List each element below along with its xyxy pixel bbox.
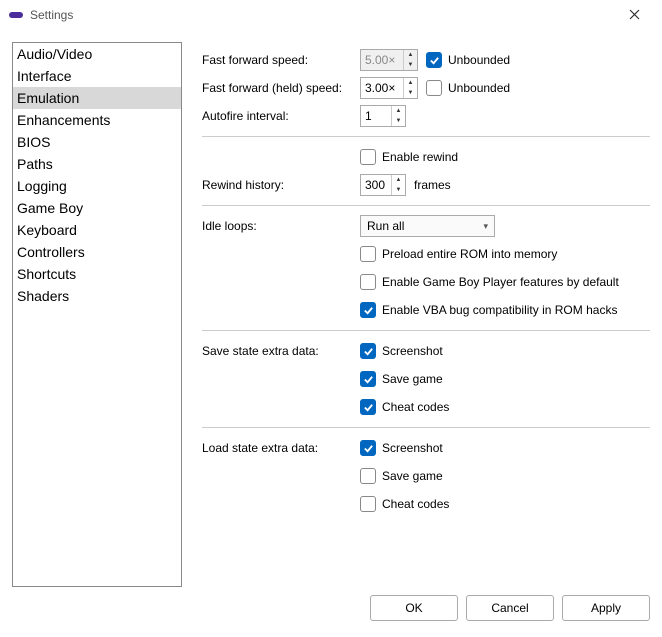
ff-held-spinbox[interactable]: ▲▼ [360, 77, 418, 99]
spin-up-icon: ▲ [404, 50, 417, 60]
vba-compat-checkbox[interactable]: Enable VBA bug compatibility in ROM hack… [360, 302, 617, 318]
separator [202, 205, 650, 206]
sidebar-item-controllers[interactable]: Controllers [13, 241, 181, 263]
spin-down-icon[interactable]: ▼ [392, 116, 405, 126]
sidebar-item-enhancements[interactable]: Enhancements [13, 109, 181, 131]
spin-up-icon[interactable]: ▲ [392, 175, 405, 185]
chevron-down-icon: ▾ [483, 221, 488, 232]
sidebar-item-shaders[interactable]: Shaders [13, 285, 181, 307]
sidebar-item-keyboard[interactable]: Keyboard [13, 219, 181, 241]
gbp-features-checkbox[interactable]: Enable Game Boy Player features by defau… [360, 274, 619, 290]
checkbox-label: Save game [382, 372, 443, 386]
ff-speed-label: Fast forward speed: [202, 53, 360, 67]
spin-down-icon[interactable]: ▼ [404, 88, 417, 98]
checkbox-label: Enable rewind [382, 150, 458, 164]
enable-rewind-checkbox[interactable]: Enable rewind [360, 149, 458, 165]
window-title: Settings [30, 8, 73, 22]
spin-up-icon[interactable]: ▲ [392, 106, 405, 116]
ff-speed-unbounded-checkbox[interactable]: Unbounded [426, 52, 510, 68]
checkbox-label: Cheat codes [382, 400, 449, 414]
load-extra-screenshot-checkbox[interactable]: Screenshot [360, 440, 443, 456]
preload-rom-checkbox[interactable]: Preload entire ROM into memory [360, 246, 557, 262]
titlebar: Settings [0, 0, 662, 30]
ok-button[interactable]: OK [370, 595, 458, 621]
checkbox-label: Enable Game Boy Player features by defau… [382, 275, 619, 289]
checkbox-label: Screenshot [382, 441, 443, 455]
sidebar-item-logging[interactable]: Logging [13, 175, 181, 197]
ff-held-input[interactable] [361, 78, 403, 98]
save-extra-cheat-checkbox[interactable]: Cheat codes [360, 399, 449, 415]
idle-loops-label: Idle loops: [202, 219, 360, 233]
spin-down-icon[interactable]: ▼ [392, 185, 405, 195]
ff-speed-spinbox: ▲▼ [360, 49, 418, 71]
checkbox-label: Enable VBA bug compatibility in ROM hack… [382, 303, 617, 317]
load-extra-savegame-checkbox[interactable]: Save game [360, 468, 443, 484]
spin-down-icon: ▼ [404, 60, 417, 70]
ff-held-unbounded-checkbox[interactable]: Unbounded [426, 80, 510, 96]
separator [202, 330, 650, 331]
checkbox-label: Save game [382, 469, 443, 483]
rewind-history-spinbox[interactable]: ▲▼ [360, 174, 406, 196]
rewind-history-label: Rewind history: [202, 178, 360, 192]
save-extra-screenshot-checkbox[interactable]: Screenshot [360, 343, 443, 359]
load-extra-label: Load state extra data: [202, 441, 360, 455]
idle-loops-select[interactable]: Run all ▾ [360, 215, 495, 237]
save-extra-savegame-checkbox[interactable]: Save game [360, 371, 443, 387]
sidebar: Audio/Video Interface Emulation Enhancem… [12, 42, 182, 587]
sidebar-item-interface[interactable]: Interface [13, 65, 181, 87]
app-icon [8, 7, 24, 23]
save-extra-label: Save state extra data: [202, 344, 360, 358]
sidebar-item-paths[interactable]: Paths [13, 153, 181, 175]
sidebar-item-audio-video[interactable]: Audio/Video [13, 43, 181, 65]
autofire-spinbox[interactable]: ▲▼ [360, 105, 406, 127]
cancel-button[interactable]: Cancel [466, 595, 554, 621]
checkbox-label: Preload entire ROM into memory [382, 247, 557, 261]
autofire-label: Autofire interval: [202, 109, 360, 123]
ff-held-label: Fast forward (held) speed: [202, 81, 360, 95]
rewind-history-input[interactable] [361, 175, 391, 195]
checkbox-label: Unbounded [448, 81, 510, 95]
checkbox-label: Unbounded [448, 53, 510, 67]
separator [202, 136, 650, 137]
select-value: Run all [367, 219, 404, 233]
load-extra-cheat-checkbox[interactable]: Cheat codes [360, 496, 449, 512]
separator [202, 427, 650, 428]
checkbox-label: Cheat codes [382, 497, 449, 511]
sidebar-item-emulation[interactable]: Emulation [13, 87, 181, 109]
sidebar-item-bios[interactable]: BIOS [13, 131, 181, 153]
rewind-history-unit: frames [414, 178, 451, 192]
checkbox-label: Screenshot [382, 344, 443, 358]
settings-panel: Fast forward speed: ▲▼ Unbounded Fast fo… [182, 42, 650, 587]
ff-speed-input [361, 50, 403, 70]
dialog-footer: OK Cancel Apply [0, 587, 662, 633]
sidebar-item-game-boy[interactable]: Game Boy [13, 197, 181, 219]
spin-up-icon[interactable]: ▲ [404, 78, 417, 88]
sidebar-item-shortcuts[interactable]: Shortcuts [13, 263, 181, 285]
apply-button[interactable]: Apply [562, 595, 650, 621]
autofire-input[interactable] [361, 106, 391, 126]
close-button[interactable] [614, 7, 654, 23]
